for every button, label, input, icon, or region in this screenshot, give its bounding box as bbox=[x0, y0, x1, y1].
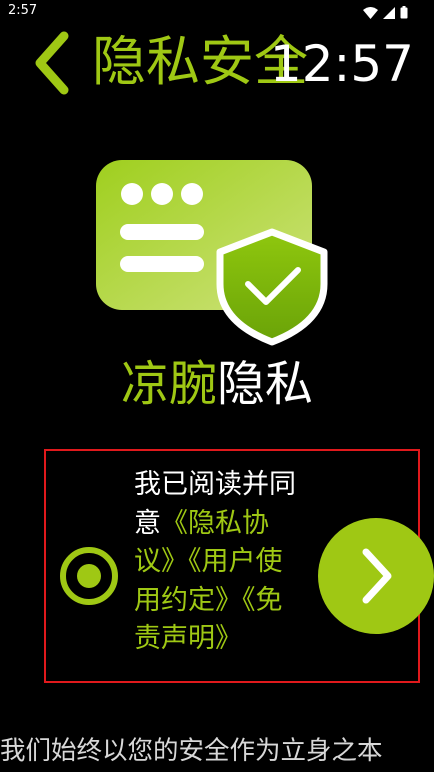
back-button[interactable] bbox=[30, 30, 78, 96]
status-time: 2:57 bbox=[8, 3, 38, 18]
brand-rest: 隐私 bbox=[217, 356, 314, 412]
battery-icon bbox=[400, 4, 408, 23]
agree-radio-button[interactable] bbox=[60, 547, 118, 605]
footer-slogan: 我们始终以您的安全作为立身之本 bbox=[0, 736, 383, 766]
shield-check-icon bbox=[216, 228, 328, 346]
brand-accent: 凉腕 bbox=[120, 356, 217, 412]
clock-display: 12:57 bbox=[269, 35, 414, 93]
chevron-left-icon bbox=[35, 31, 69, 95]
wifi-icon bbox=[363, 4, 378, 23]
chevron-right-icon bbox=[362, 548, 392, 604]
next-button[interactable] bbox=[318, 518, 434, 634]
status-icons bbox=[363, 4, 408, 23]
signal-icon bbox=[383, 4, 395, 23]
radio-selected-icon bbox=[77, 564, 101, 588]
status-bar: 2:57 bbox=[0, 0, 434, 24]
consent-text: 我已阅读并同意《隐私协议》《用户使用约定》《免责声明》 bbox=[134, 466, 300, 659]
brand-title: 凉腕隐私 bbox=[0, 352, 434, 416]
privacy-illustration bbox=[92, 156, 328, 346]
